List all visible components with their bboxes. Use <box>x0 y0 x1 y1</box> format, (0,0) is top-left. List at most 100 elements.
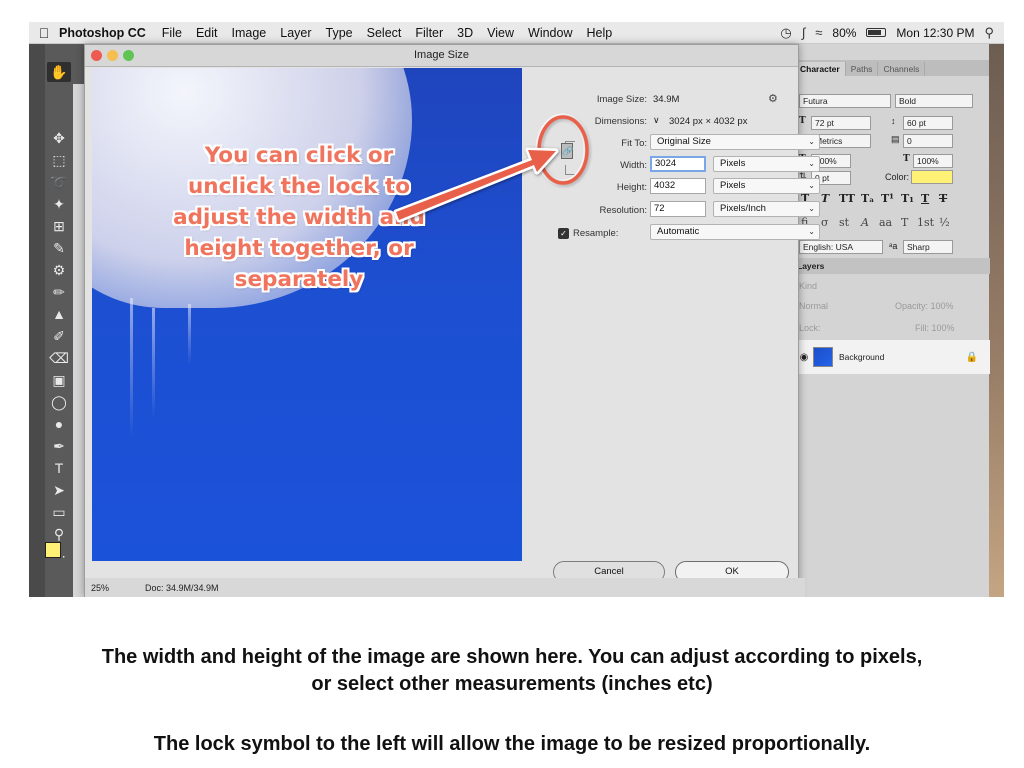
resample-select[interactable]: Automatic ⌄ <box>650 224 820 240</box>
all-caps-button[interactable]: TT <box>839 192 855 205</box>
language-select[interactable]: English: USA <box>799 240 883 254</box>
path-select-icon[interactable]: ➤ <box>47 480 71 500</box>
type-tool-icon[interactable]: T <box>47 458 71 478</box>
document-size[interactable]: Doc: 34.9M/34.9M <box>145 583 219 593</box>
tab-channels[interactable]: Channels <box>878 62 926 76</box>
text-color-swatch[interactable] <box>911 170 953 184</box>
marquee-tool-icon[interactable]: ⬚ <box>47 150 71 170</box>
chevron-down-icon: ⌄ <box>808 204 815 213</box>
gradient-icon[interactable]: ▣ <box>47 370 71 390</box>
callout-line: You can click or <box>204 143 394 168</box>
menu-edit[interactable]: Edit <box>196 26 218 40</box>
eraser-icon[interactable]: ⌫ <box>47 348 71 368</box>
fit-to-select[interactable]: Original Size ⌄ <box>650 134 820 150</box>
hand-tool-icon[interactable]: ✋ <box>47 62 71 82</box>
callout-line: height together, or <box>184 236 414 261</box>
strikethrough-button[interactable]: T <box>939 192 947 205</box>
superscript-button[interactable]: T¹ <box>881 192 894 205</box>
horizontal-scale-field[interactable]: 100% <box>913 154 953 168</box>
pen-tool-icon[interactable]: ✒ <box>47 436 71 456</box>
wifi-icon[interactable]: ≈ <box>815 25 822 40</box>
battery-icon[interactable] <box>866 28 887 37</box>
fill-field[interactable]: Fill: 100% <box>915 323 955 333</box>
menu-window[interactable]: Window <box>528 26 572 40</box>
stamp-icon[interactable]: ▲ <box>47 304 71 324</box>
gear-icon[interactable]: ⚙ <box>768 92 778 105</box>
magic-wand-icon[interactable]: ✦ <box>47 194 71 214</box>
blend-mode-select[interactable]: Normal <box>799 301 828 311</box>
layer-lock-icon[interactable]: 🔒 <box>966 352 978 363</box>
eyedropper-icon[interactable]: ✎ <box>47 238 71 258</box>
menu-help[interactable]: Help <box>587 26 613 40</box>
dimensions-value: 3024 px × 4032 px <box>669 116 748 127</box>
menu-view[interactable]: View <box>487 26 514 40</box>
lasso-tool-icon[interactable]: ➰ <box>47 172 71 192</box>
menu-type[interactable]: Type <box>326 26 353 40</box>
resample-checkbox[interactable]: ✓ <box>558 228 569 239</box>
menu-image[interactable]: Image <box>232 26 267 40</box>
character-panel: Character Paths Channels Futura Bold T 7… <box>794 44 990 597</box>
chevron-down-icon: ⌄ <box>808 137 815 146</box>
chevron-down-icon: ⌄ <box>808 181 815 190</box>
history-brush-icon[interactable]: ✐ <box>47 326 71 346</box>
faux-italic-button[interactable]: T <box>821 192 829 205</box>
rectangle-tool-icon[interactable]: ▭ <box>47 502 71 522</box>
height-unit-select[interactable]: Pixels ⌄ <box>713 178 820 194</box>
menu-3d[interactable]: 3D <box>457 26 473 40</box>
time-machine-icon[interactable]: ◷ <box>780 25 791 41</box>
height-input[interactable]: 4032 <box>650 178 706 194</box>
menu-select[interactable]: Select <box>367 26 402 40</box>
stylistic-alternates-button[interactable]: aa <box>879 216 892 229</box>
antialias-select[interactable]: Sharp <box>903 240 953 254</box>
menu-filter[interactable]: Filter <box>415 26 443 40</box>
font-style-select[interactable]: Bold <box>895 94 973 108</box>
lock-options[interactable]: Lock: <box>799 323 821 333</box>
small-caps-button[interactable]: Tₐ <box>861 192 874 205</box>
bluetooth-icon[interactable]: ∫ <box>802 25 806 40</box>
blur-icon[interactable]: ◯ <box>47 392 71 412</box>
foreground-color-swatch[interactable] <box>45 542 61 558</box>
menubar-clock[interactable]: Mon 12:30 PM <box>896 26 974 40</box>
move-tool-icon[interactable]: ✥ <box>47 128 71 148</box>
discretionary-ligature-button[interactable]: st <box>839 216 849 229</box>
font-family-select[interactable]: Futura <box>799 94 891 108</box>
leading-field[interactable]: 60 pt <box>903 116 953 130</box>
app-name-menu[interactable]: Photoshop CC <box>59 26 146 40</box>
swash-button[interactable]: A <box>861 216 869 229</box>
crop-tool-icon[interactable]: ⊞ <box>47 216 71 236</box>
font-size-field[interactable]: 72 pt <box>811 116 871 130</box>
kerning-select[interactable]: Metrics <box>811 134 871 148</box>
underline-button[interactable]: T <box>921 192 929 205</box>
titling-button[interactable]: T <box>901 216 908 229</box>
layer-row-background[interactable]: ◉ Background 🔒 <box>795 340 990 374</box>
layers-panel-header[interactable]: Layers <box>795 258 990 274</box>
fractions-button[interactable]: ½ <box>939 216 950 229</box>
menu-layer[interactable]: Layer <box>280 26 311 40</box>
ordinals-button[interactable]: 1st <box>917 216 934 229</box>
width-unit-select[interactable]: Pixels ⌄ <box>713 156 820 172</box>
zoom-tool-icon[interactable]: ⚲ <box>47 524 71 544</box>
apple-icon[interactable]:  <box>29 25 59 41</box>
tracking-field[interactable]: 0 <box>903 134 953 148</box>
callout-line: separately <box>234 267 364 292</box>
healing-brush-icon[interactable]: ⚙ <box>47 260 71 280</box>
width-input[interactable]: 3024 <box>650 156 706 172</box>
layer-kind-filter[interactable]: Kind <box>799 281 817 291</box>
tracking-icon: ▤ <box>891 134 900 144</box>
brush-icon[interactable]: ✏ <box>47 282 71 302</box>
opacity-field[interactable]: Opacity: 100% <box>895 301 954 311</box>
tab-character[interactable]: Character <box>795 62 846 76</box>
search-icon[interactable]: ⚲ <box>984 25 994 41</box>
battery-percent[interactable]: 80% <box>832 26 856 40</box>
zoom-level[interactable]: 25% <box>91 583 109 593</box>
tab-paths[interactable]: Paths <box>846 62 879 76</box>
resolution-input[interactable]: 72 <box>650 201 706 217</box>
dodge-icon[interactable]: ● <box>47 414 71 434</box>
subscript-button[interactable]: T₁ <box>901 192 914 205</box>
caption-line-1: The width and height of the image are sh… <box>101 646 923 668</box>
resolution-unit-select[interactable]: Pixels/Inch ⌄ <box>713 201 820 217</box>
dimensions-chevron-icon[interactable]: ∨ <box>653 115 660 126</box>
lock-link-icon[interactable]: 🔗 <box>561 143 573 159</box>
menu-file[interactable]: File <box>162 26 182 40</box>
old-style-button[interactable]: σ <box>821 216 829 229</box>
